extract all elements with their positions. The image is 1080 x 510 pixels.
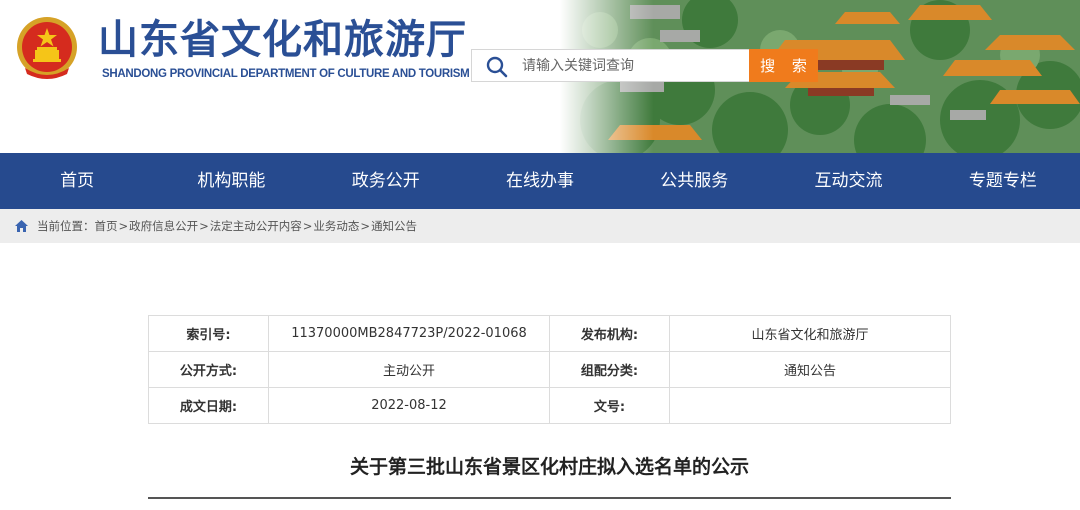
disclosure-value: 主动公开 [268, 351, 550, 388]
breadcrumb-item-statutory-content[interactable]: 法定主动公开内容 [210, 209, 302, 243]
breadcrumb-separator: > [302, 219, 313, 233]
index-value: 11370000MB2847723P/2022-01068 [268, 315, 550, 352]
breadcrumb-item-home[interactable]: 首页 [95, 209, 118, 243]
breadcrumb: 当前位置： 首页 > 政府信息公开 > 法定主动公开内容 > 业务动态 > 通知… [0, 209, 1080, 243]
document-info-table: 索引号: 11370000MB2847723P/2022-01068 发布机构:… [148, 315, 951, 424]
search-box [471, 49, 750, 82]
nav-item-home[interactable]: 首页 [0, 153, 154, 209]
title-divider [148, 497, 951, 499]
breadcrumb-separator: > [360, 219, 371, 233]
breadcrumb-prefix: 当前位置： [37, 219, 95, 233]
site-title[interactable]: 山东省文化和旅游厅 [98, 14, 467, 66]
date-label: 成文日期: [148, 387, 269, 424]
nav-item-special-topics[interactable]: 专题专栏 [926, 153, 1080, 209]
site-header: 山东省文化和旅游厅 SHANDONG PROVINCIAL DEPARTMENT… [0, 0, 1080, 153]
docno-value [669, 387, 951, 424]
breadcrumb-separator: > [199, 219, 209, 233]
publisher-label: 发布机构: [549, 315, 670, 352]
publisher-value: 山东省文化和旅游厅 [669, 315, 951, 352]
search-icon [486, 56, 508, 78]
national-emblem-icon [17, 17, 77, 79]
table-row: 成文日期: 2022-08-12 文号: [148, 387, 951, 424]
search-input[interactable] [522, 50, 746, 81]
date-value: 2022-08-12 [268, 387, 550, 424]
nav-item-institution-functions[interactable]: 机构职能 [154, 153, 308, 209]
table-row: 索引号: 11370000MB2847723P/2022-01068 发布机构:… [148, 315, 951, 352]
nav-item-interaction[interactable]: 互动交流 [771, 153, 925, 209]
breadcrumb-item-gov-info[interactable]: 政府信息公开 [129, 209, 198, 243]
nav-item-online-services[interactable]: 在线办事 [463, 153, 617, 209]
breadcrumb-separator: > [118, 219, 129, 233]
disclosure-label: 公开方式: [148, 351, 269, 388]
breadcrumb-item-notices[interactable]: 通知公告 [371, 209, 417, 243]
site-subtitle: SHANDONG PROVINCIAL DEPARTMENT OF CULTUR… [102, 68, 470, 80]
docno-label: 文号: [549, 387, 670, 424]
table-row: 公开方式: 主动公开 组配分类: 通知公告 [148, 351, 951, 388]
location-home-icon [15, 220, 28, 232]
category-value: 通知公告 [669, 351, 951, 388]
nav-item-public-services[interactable]: 公共服务 [617, 153, 771, 209]
breadcrumb-trail: 当前位置： 首页 > 政府信息公开 > 法定主动公开内容 > 业务动态 > 通知… [37, 209, 417, 243]
index-label: 索引号: [148, 315, 269, 352]
article-title: 关于第三批山东省景区化村庄拟入选名单的公示 [349, 456, 749, 478]
search-button[interactable]: 搜 索 [749, 49, 818, 82]
main-nav: 首页 机构职能 政务公开 在线办事 公共服务 互动交流 专题专栏 [0, 153, 1080, 209]
breadcrumb-item-business-news[interactable]: 业务动态 [313, 209, 359, 243]
category-label: 组配分类: [549, 351, 670, 388]
nav-item-government-affairs[interactable]: 政务公开 [309, 153, 463, 209]
